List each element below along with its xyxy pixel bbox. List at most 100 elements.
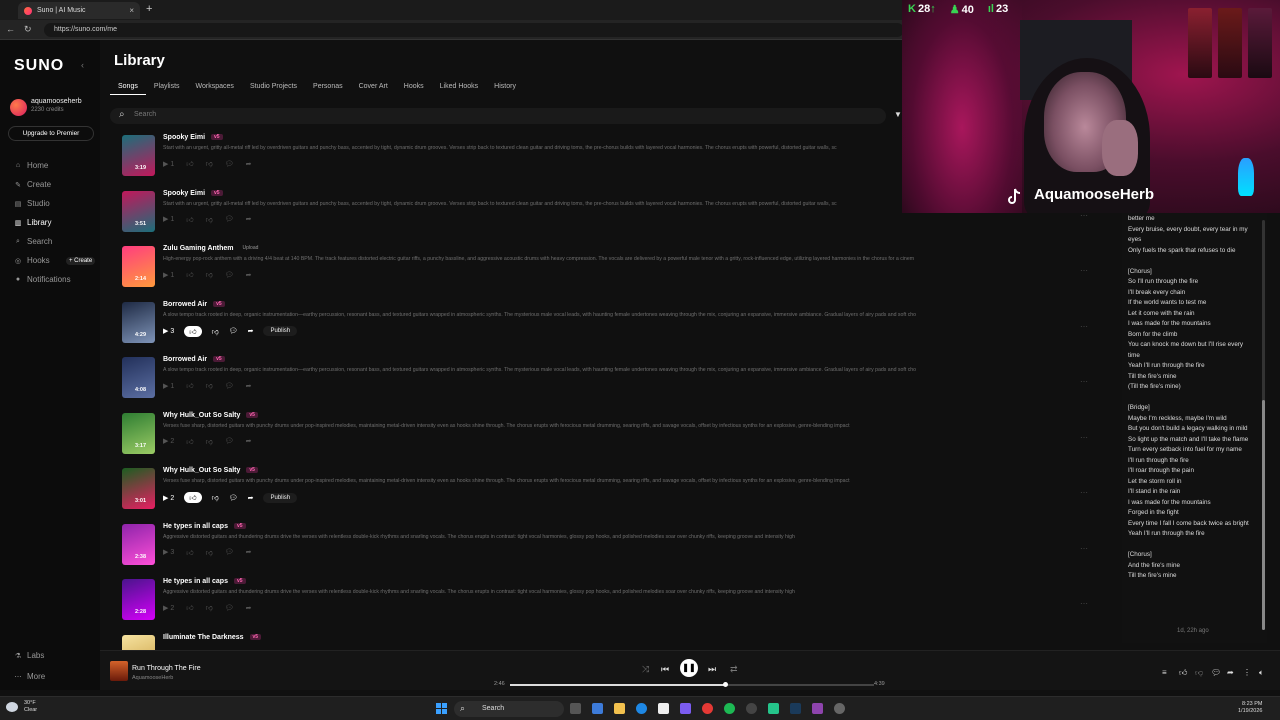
like-icon[interactable]: 👍︎ [186,159,193,168]
sidebar-item-create[interactable]: ✎ Create [14,180,51,189]
browser-tab[interactable]: Suno | AI Music × [18,2,140,19]
song-row[interactable]: 3:19 Spooky Eimi v5 Start with an urgent, g… [122,133,1088,185]
weather-widget[interactable]: 30°F Clear [24,700,37,714]
comment-icon[interactable]: 💬︎ [225,160,234,168]
dislike-icon[interactable]: 👎︎ [206,270,213,279]
song-cover[interactable]: 2:38 [122,523,155,565]
discord-icon[interactable] [680,703,691,714]
share-icon[interactable]: ➦ [246,382,252,390]
comment-icon[interactable]: 💬︎ [225,382,234,390]
song-row[interactable]: 4:29 Borrowed Air v5 A slow tempo track roo… [122,300,1088,352]
share-icon[interactable]: ➦ [246,548,252,556]
publish-button[interactable]: Publish [263,492,298,503]
comment-icon[interactable]: 💬︎ [225,548,234,556]
song-row[interactable]: 3:17 Why Hulk_Out So Salty v5 Verses fuse s… [122,411,1088,463]
new-tab-icon[interactable]: + [146,3,152,15]
now-playing-artist[interactable]: AquamooseHerb [132,675,173,681]
dislike-icon[interactable]: 👎︎ [1195,668,1203,678]
comment-icon[interactable]: 💬︎ [229,494,238,502]
taskbar-search[interactable]: ⌕ Search [454,701,564,717]
song-cover[interactable]: 2:28 [122,579,155,620]
song-cover[interactable]: 3:17 [122,412,155,454]
store-icon[interactable] [658,703,669,714]
song-title[interactable]: Spooky Eimi [163,190,205,197]
comment-icon[interactable]: 💬︎ [1211,668,1221,677]
dislike-icon[interactable]: 👎︎ [206,159,213,168]
now-playing-title[interactable]: Run Through The Fire [132,665,201,672]
sidebar-item-studio[interactable]: ▤ Studio [14,199,50,208]
next-icon[interactable]: ⏭ [708,664,716,675]
song-title[interactable]: He types in all caps [163,523,228,530]
avatar[interactable] [10,99,27,116]
dislike-icon[interactable]: 👎︎ [206,381,213,390]
song-row[interactable]: 2:38 He types in all caps v5 Aggressive dis… [122,522,1088,574]
song-row[interactable]: 3:51 Spooky Eimi v5 Start with an urgent, g… [122,189,1088,241]
reload-icon[interactable]: ↻ [24,24,32,35]
like-icon[interactable]: 👍︎ [186,548,193,557]
share-icon[interactable]: ➦ [246,437,252,445]
tab-hooks[interactable]: Hooks [396,83,432,95]
like-icon[interactable]: 👍︎ [186,437,193,446]
settings-icon[interactable] [834,703,845,714]
url-field[interactable]: https://suno.com/me [44,23,904,37]
song-row[interactable]: 2:28 He types in all caps v5 Aggressive dis… [122,577,1088,629]
hooks-create-button[interactable]: + Create [66,257,96,265]
filter-icon[interactable]: ▼ [894,110,902,119]
song-title[interactable]: Why Hulk_Out So Salty [163,467,240,474]
comment-icon[interactable]: 💬︎ [225,271,234,279]
song-row[interactable]: 3:01 Why Hulk_Out So Salty v5 Verses fuse s… [122,466,1088,518]
like-icon[interactable]: 👍︎ [186,215,193,224]
song-row[interactable]: 4:08 Borrowed Air v5 A slow tempo track roo… [122,355,1088,407]
comment-icon[interactable]: 💬︎ [229,327,238,335]
song-cover[interactable]: 3:19 [122,135,155,176]
song-row[interactable]: 2:14 Zulu Gaming Anthem Upload High-energy … [122,244,1088,296]
tab-history[interactable]: History [486,83,524,95]
song-title[interactable]: Zulu Gaming Anthem [163,245,234,252]
pause-button[interactable]: ❚❚ [680,659,698,677]
edge-icon[interactable] [636,703,647,714]
dislike-icon[interactable]: 👎︎ [206,548,213,557]
shuffle-icon[interactable]: ⤨ [642,664,649,675]
play-icon[interactable]: ▶ 2 [163,437,174,445]
file-explorer-icon[interactable] [614,703,625,714]
comment-icon[interactable]: 💬︎ [225,604,234,612]
dislike-icon[interactable]: 👎︎ [206,437,213,446]
volume-icon[interactable]: 🔈︎ [1259,668,1264,678]
username[interactable]: aquamooseherb [31,98,82,105]
comment-icon[interactable]: 💬︎ [225,437,234,445]
library-search-input[interactable]: ⌕ Search [110,108,886,124]
task-view-icon[interactable] [570,703,581,714]
upgrade-button[interactable]: Upgrade to Premier [8,126,94,141]
lyrics-scrollbar[interactable] [1262,220,1265,630]
like-icon[interactable]: 👍︎ [186,381,193,390]
sidebar-item-search[interactable]: ⌕ Search [14,237,52,246]
obs-icon[interactable] [746,703,757,714]
chrome-icon[interactable] [702,703,713,714]
more-options-icon[interactable]: ⋮ [1243,668,1251,677]
song-title[interactable]: Borrowed Air [163,356,207,363]
like-icon[interactable]: 👍︎ [186,603,193,612]
tab-cover-art[interactable]: Cover Art [351,83,396,95]
previous-icon[interactable]: ⏮ [661,664,669,675]
repeat-icon[interactable]: ⇄ [730,664,738,675]
system-clock[interactable]: 8:23 PM 1/19/2026 [1238,701,1262,715]
sidebar-item-home[interactable]: ⌂ Home [14,161,48,170]
tab-playlists[interactable]: Playlists [146,83,188,95]
steam-icon[interactable] [790,703,801,714]
progress-bar[interactable] [510,682,874,687]
dislike-icon[interactable]: 👎︎ [206,603,213,612]
dislike-icon[interactable]: 👎︎ [206,215,213,224]
sidebar-item-library[interactable]: ▥ Library [14,218,52,227]
song-cover[interactable]: 2:14 [122,246,155,287]
more-options-icon[interactable]: ⋯ [1080,599,1088,608]
app-icon[interactable] [768,703,779,714]
back-icon[interactable]: ← [6,24,15,34]
like-icon[interactable]: 👍︎ [184,492,202,503]
tab-personas[interactable]: Personas [305,83,351,95]
sidebar-item-notifications[interactable]: ● Notifications [14,275,71,284]
share-icon[interactable]: ➦ [246,160,252,168]
comment-icon[interactable]: 💬︎ [225,215,234,223]
share-icon[interactable]: ➦ [246,215,252,223]
play-icon[interactable]: ▶ 2 [163,604,174,612]
tab-workspaces[interactable]: Workspaces [188,83,242,95]
